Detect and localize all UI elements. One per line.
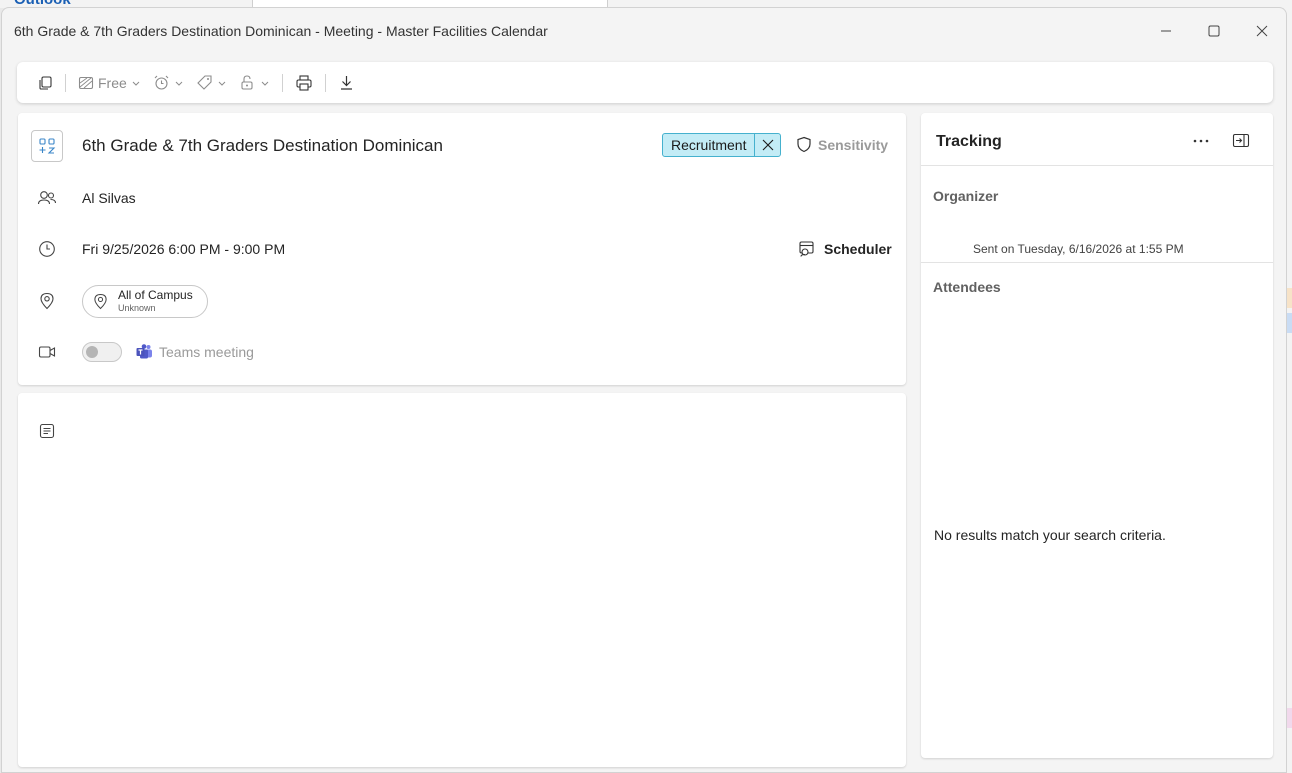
teams-logo-icon <box>136 344 152 359</box>
location-chip[interactable]: All of Campus Unknown <box>82 285 208 318</box>
reminder-dropdown[interactable] <box>147 69 190 97</box>
categorize-dropdown[interactable] <box>190 69 233 97</box>
minimize-icon <box>1161 30 1171 32</box>
more-horizontal-icon <box>1193 139 1209 143</box>
download-icon <box>340 76 352 90</box>
print-button[interactable] <box>289 69 319 97</box>
meeting-window: 6th Grade & 7th Graders Destination Domi… <box>1 7 1287 773</box>
teams-meeting: Teams meeting <box>136 343 254 360</box>
toolbar-separator <box>324 73 326 92</box>
category-palette-button[interactable] <box>31 130 63 162</box>
chevron-down-icon <box>218 81 226 86</box>
event-details-card: 6th Grade & 7th Graders Destination Domi… <box>18 113 906 385</box>
remove-category-button[interactable] <box>754 134 780 156</box>
category-tag: Recruitment <box>662 133 782 157</box>
toolbar-separator <box>281 73 283 92</box>
sensitivity-button[interactable]: Sensitivity <box>796 136 888 153</box>
scheduler-icon <box>799 241 814 257</box>
collapse-pane-button[interactable] <box>1229 131 1253 151</box>
chevron-down-icon <box>132 81 140 86</box>
printer-icon <box>296 74 312 91</box>
private-dropdown[interactable] <box>233 69 276 97</box>
download-button[interactable] <box>332 69 361 97</box>
chevron-down-icon <box>175 81 183 86</box>
close-icon <box>762 139 774 151</box>
close-icon <box>1256 25 1268 37</box>
organizer-label: Organizer <box>933 188 999 204</box>
window-title: 6th Grade & 7th Graders Destination Domi… <box>14 23 548 39</box>
teams-meeting-toggle[interactable] <box>82 342 122 362</box>
tracking-pane: Tracking Organizer Sent on Tuesday, 6/16… <box>921 113 1273 758</box>
alarm-clock-icon <box>154 75 169 90</box>
scheduler-label: Scheduler <box>824 241 892 257</box>
window-controls <box>1142 8 1286 54</box>
more-options-button[interactable] <box>1189 131 1213 151</box>
sent-date: Sent on Tuesday, 6/16/2026 at 1:55 PM <box>973 242 1184 256</box>
tag-icon <box>197 75 212 90</box>
clock-icon <box>36 238 58 260</box>
people-icon <box>36 187 58 209</box>
location-status: Unknown <box>118 303 156 313</box>
lock-open-icon <box>241 75 253 90</box>
section-divider <box>921 262 1273 263</box>
toolbar-separator <box>65 73 66 92</box>
maximize-button[interactable] <box>1190 8 1238 54</box>
video-camera-icon <box>36 341 58 363</box>
scheduler-button[interactable]: Scheduler <box>798 240 892 258</box>
attendee-name[interactable]: Al Silvas <box>82 190 136 206</box>
show-as-dropdown[interactable]: Free <box>72 69 147 97</box>
chevron-down-icon <box>261 81 269 86</box>
category-tag-label: Recruitment <box>671 137 747 153</box>
meeting-notes-editor[interactable] <box>18 393 906 767</box>
location-pin-icon <box>36 290 58 312</box>
sensitivity-label: Sensitivity <box>818 136 889 153</box>
empty-state-message: No results match your search criteria. <box>934 527 1166 543</box>
tracking-title: Tracking <box>936 133 1002 150</box>
copy-icon <box>39 75 52 90</box>
title-bar: 6th Grade & 7th Graders Destination Domi… <box>2 8 1286 54</box>
tracking-header: Tracking <box>921 113 1273 166</box>
attendees-label: Attendees <box>933 279 1001 295</box>
panel-collapse-icon <box>1232 133 1250 148</box>
maximize-icon <box>1208 25 1220 37</box>
apps-icon <box>39 138 56 154</box>
notes-icon <box>36 420 58 442</box>
copy-button[interactable] <box>31 69 59 97</box>
show-as-label: Free <box>98 74 127 91</box>
teams-meeting-label: Teams meeting <box>159 343 254 360</box>
status-pattern-icon <box>78 76 94 89</box>
minimize-button[interactable] <box>1142 8 1190 54</box>
location-pin-icon <box>94 293 107 310</box>
shield-icon <box>797 136 811 153</box>
event-datetime[interactable]: Fri 9/25/2026 6:00 PM - 9:00 PM <box>82 241 285 257</box>
meeting-subject[interactable]: 6th Grade & 7th Graders Destination Domi… <box>82 136 443 156</box>
close-button[interactable] <box>1238 8 1286 54</box>
location-name: All of Campus <box>118 288 193 302</box>
ribbon-toolbar: Free <box>17 62 1273 103</box>
